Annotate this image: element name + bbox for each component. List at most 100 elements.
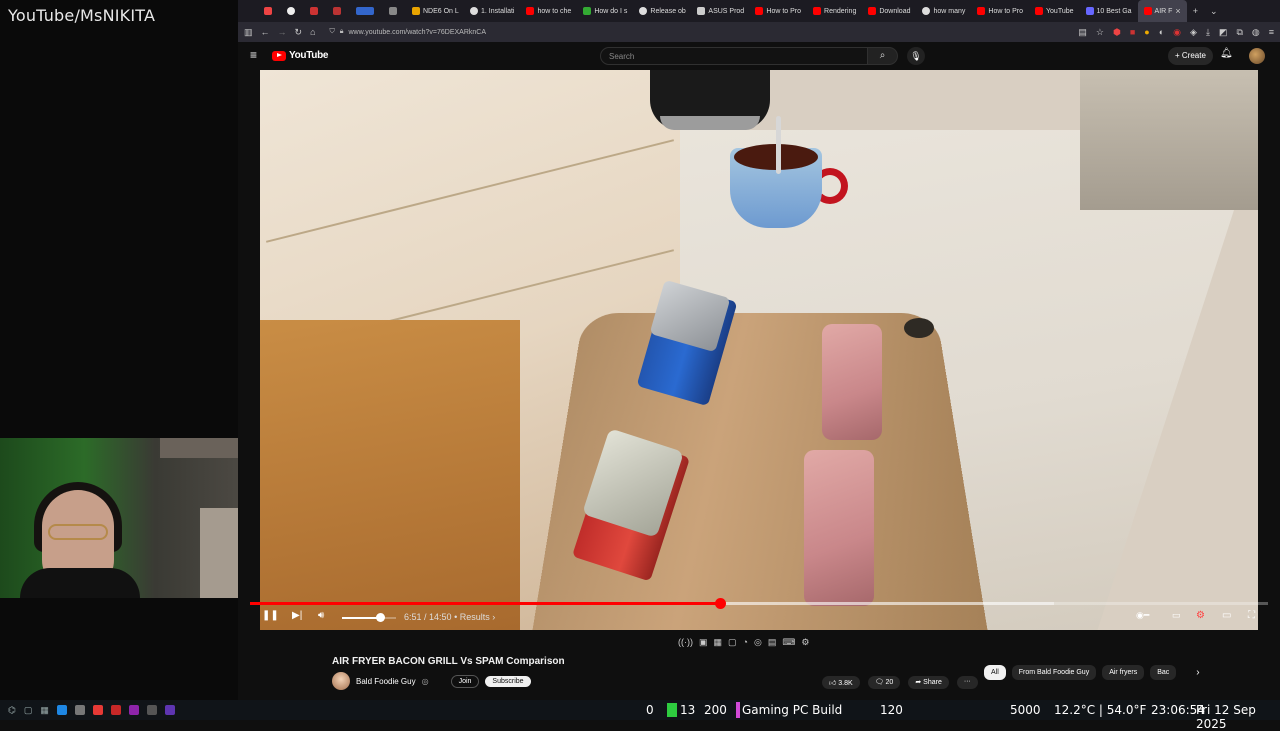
close-tab-icon[interactable]: × — [1175, 6, 1180, 16]
extension-icon[interactable]: ⬢ — [1113, 27, 1121, 38]
browser-tab[interactable] — [383, 0, 406, 22]
autoplay-toggle-icon[interactable]: ◉━ — [1136, 610, 1149, 621]
download-icon[interactable]: ⤓ — [1206, 27, 1210, 38]
browser-tab[interactable] — [258, 0, 281, 22]
speed-icon[interactable]: ◔ — [743, 637, 748, 648]
task-view-icon[interactable]: ▢ — [24, 705, 33, 716]
chapter-label[interactable]: • Results › — [454, 612, 495, 622]
voice-search-button[interactable]: 🎙︎ — [907, 47, 925, 65]
next-video-icon[interactable]: ▶| — [292, 610, 302, 621]
chevron-right-icon[interactable]: › — [1196, 667, 1199, 678]
join-button[interactable]: Join — [450, 674, 480, 688]
extension-icon[interactable]: ● — [1144, 27, 1149, 38]
thumbs-up-icon: 👍︎ — [829, 680, 837, 687]
comments-button[interactable]: 🗨︎ 20 — [867, 676, 901, 689]
theater-mode-icon[interactable]: ▭ — [1222, 610, 1231, 621]
tab-favicon-icon — [356, 7, 374, 15]
tab-label: YouTube — [1046, 7, 1074, 15]
screenshot-icon[interactable]: ▣ — [699, 637, 708, 648]
channel-avatar[interactable] — [332, 672, 350, 690]
subscribe-button[interactable]: Subscribe — [485, 675, 531, 687]
pause-icon[interactable]: ❚❚ — [262, 610, 279, 621]
app-icon[interactable] — [56, 704, 67, 715]
channel-name[interactable]: Bald Foodie Guy — [356, 677, 416, 686]
capture-icon[interactable]: ◎ — [754, 637, 762, 648]
extension-icon[interactable]: ◩ — [1219, 27, 1228, 38]
volume-slider-handle[interactable] — [375, 613, 385, 622]
notifications-bell-icon[interactable]: 🔔︎ — [1220, 48, 1233, 59]
search-input[interactable]: Search — [600, 47, 868, 65]
reader-view-icon[interactable]: ▤ — [1078, 27, 1087, 38]
more-actions-button[interactable]: ··· — [956, 676, 978, 689]
app-icon[interactable] — [146, 704, 157, 715]
widgets-icon[interactable]: ▦ — [40, 705, 49, 716]
app-icon[interactable] — [164, 704, 175, 715]
browser-tab-active[interactable]: AIR F × — [1137, 0, 1187, 22]
chip-from-channel[interactable]: From Bald Foodie Guy — [1011, 665, 1097, 680]
start-icon[interactable]: ⌬ — [8, 705, 16, 716]
menu-icon[interactable]: ≡ — [1269, 27, 1274, 38]
extension-icon[interactable]: ◉ — [1173, 27, 1181, 38]
app-icon[interactable] — [110, 704, 121, 715]
browser-tab[interactable]: how many — [916, 0, 971, 22]
reload-icon[interactable]: ↻ — [295, 27, 303, 38]
browser-tab[interactable]: Rendering — [807, 0, 862, 22]
video-player[interactable] — [260, 70, 1258, 630]
verified-icon: ◎ — [421, 676, 429, 686]
sidebar-toggle-icon[interactable]: ▥ — [244, 27, 253, 38]
browser-tab[interactable]: Download — [862, 0, 916, 22]
like-button[interactable]: 👍︎ 3.8K — [822, 676, 860, 689]
browser-tab[interactable]: How to Pro — [971, 0, 1029, 22]
url-bar[interactable]: ⛉ 🔒︎ www.youtube.com/watch?v=76DEXARknCA — [324, 25, 744, 39]
browser-tab[interactable] — [304, 0, 327, 22]
create-button[interactable]: + Create — [1168, 47, 1213, 65]
captions-icon[interactable]: ▭ — [1172, 610, 1181, 621]
browser-tab[interactable] — [327, 0, 350, 22]
browser-tab[interactable]: NDE6 On L — [406, 0, 464, 22]
pip-icon[interactable]: ▤ — [768, 637, 777, 648]
volume-icon[interactable]: 🔊︎ — [318, 610, 324, 621]
extension-icon[interactable]: ◈ — [1190, 27, 1197, 38]
app-icon[interactable] — [128, 704, 139, 715]
extension-icon[interactable]: ■ — [1130, 27, 1135, 38]
browser-tab[interactable] — [350, 0, 383, 22]
browser-tab[interactable]: YouTube — [1029, 0, 1080, 22]
browser-tab[interactable]: Release ob — [633, 0, 691, 22]
browser-tab[interactable]: 10 Best Ga — [1080, 0, 1138, 22]
video-progress-bar[interactable] — [250, 598, 1268, 609]
fullscreen-icon[interactable]: ⛶ — [1248, 610, 1255, 621]
extension-icon[interactable]: ◐ — [1159, 27, 1164, 38]
browser-tab[interactable] — [281, 0, 304, 22]
extension-settings-icon[interactable]: ⚙ — [801, 637, 809, 648]
youtube-logo[interactable]: YouTube — [272, 50, 329, 61]
browser-tab[interactable]: How do I s — [577, 0, 633, 22]
share-button[interactable]: ➦ Share — [908, 676, 949, 689]
file-explorer-icon[interactable] — [74, 704, 85, 715]
forward-icon[interactable]: → — [278, 27, 287, 37]
cinema-icon[interactable]: ▦ — [714, 637, 723, 648]
frame-icon[interactable]: ▢ — [728, 637, 737, 648]
audio-icon[interactable]: ((·)) — [678, 637, 693, 648]
hamburger-menu-icon[interactable]: ≡ — [250, 48, 257, 62]
chip-air-fryers[interactable]: Air fryers — [1102, 665, 1145, 680]
chip-bacon[interactable]: Bac — [1150, 665, 1177, 680]
chip-all[interactable]: All — [984, 665, 1006, 680]
volume-slider[interactable] — [342, 613, 396, 622]
video-scene-kettle-base — [660, 116, 760, 130]
search-button[interactable]: ⌕ — [868, 47, 898, 65]
bookmark-star-icon[interactable]: ☆ — [1096, 27, 1104, 38]
settings-gear-icon[interactable]: ⚙ — [1196, 610, 1205, 621]
app-icon[interactable] — [92, 704, 103, 715]
browser-tab[interactable]: How to Pro — [749, 0, 807, 22]
browser-tab[interactable]: 1. Installati — [464, 0, 520, 22]
back-icon[interactable]: ← — [261, 27, 270, 37]
keyboard-icon[interactable]: ⌨ — [782, 637, 795, 648]
extensions-puzzle-icon[interactable]: ⧉ — [1236, 27, 1242, 38]
account-icon[interactable]: ◍ — [1252, 27, 1260, 38]
browser-tab[interactable]: how to che — [520, 0, 577, 22]
home-icon[interactable]: ⌂ — [310, 27, 315, 37]
new-tab-button[interactable]: + — [1187, 0, 1204, 22]
browser-tab[interactable]: ASUS Prod — [691, 0, 749, 22]
avatar[interactable] — [1249, 48, 1265, 64]
tab-list-button[interactable]: ⌄ — [1204, 0, 1224, 22]
